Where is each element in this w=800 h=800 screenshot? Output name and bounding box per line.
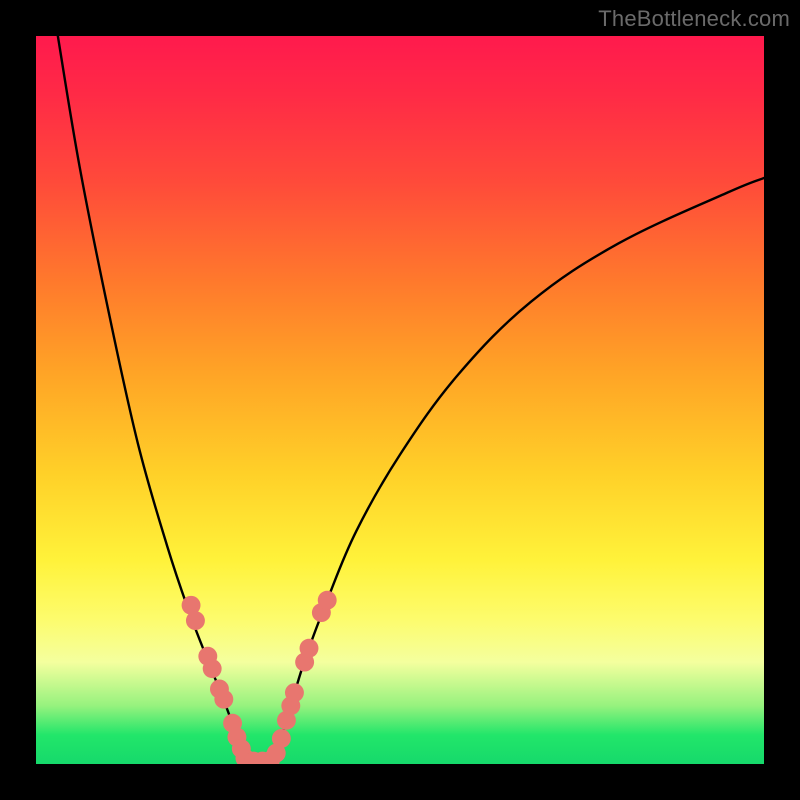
curve-right-branch [273,178,764,764]
chart-svg [36,36,764,764]
chart-frame: TheBottleneck.com [0,0,800,800]
plot-area [36,36,764,764]
data-marker [300,639,319,658]
data-marker [285,683,304,702]
data-marker [186,611,205,630]
data-marker [214,690,233,709]
curve-left-branch [58,36,246,764]
data-marker [272,729,291,748]
data-marker [318,591,337,610]
watermark-text: TheBottleneck.com [598,6,790,32]
data-marker [203,659,222,678]
marker-group [182,591,337,764]
